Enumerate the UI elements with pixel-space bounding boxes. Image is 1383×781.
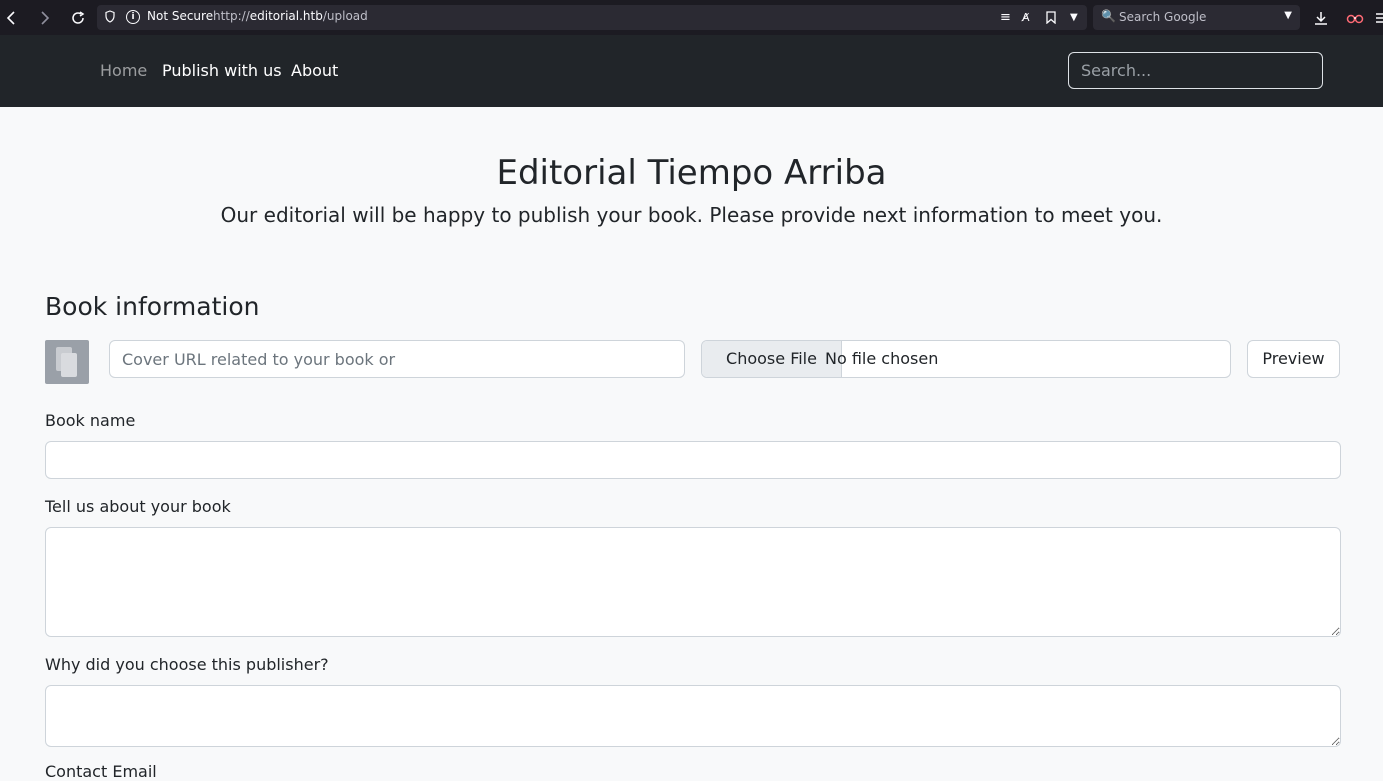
- book-about-label: Tell us about your book: [45, 497, 231, 516]
- reload-icon[interactable]: [69, 0, 87, 35]
- file-status: No file chosen: [825, 349, 939, 368]
- not-secure-label: Not Secure: [147, 9, 214, 23]
- shield-icon[interactable]: [105, 10, 115, 23]
- browser-search-box[interactable]: 🔍 Search Google ▼: [1093, 5, 1300, 30]
- url-text[interactable]: http://editorial.htb/upload: [213, 9, 368, 23]
- nav-publish-link[interactable]: Publish with us: [162, 61, 282, 80]
- dropdown-arrow-icon[interactable]: ▼: [1070, 7, 1078, 28]
- url-host: editorial.htb: [249, 9, 323, 23]
- bookmark-icon[interactable]: [1046, 7, 1056, 28]
- file-input[interactable]: Choose File No file chosen: [701, 340, 1231, 378]
- cover-image-icon: [45, 340, 89, 384]
- reader-view-icon[interactable]: ≡: [1000, 7, 1011, 28]
- url-bar[interactable]: i Not Secure http://editorial.htb/upload…: [97, 5, 1087, 30]
- book-name-label: Book name: [45, 411, 136, 430]
- menu-icon[interactable]: [1376, 0, 1383, 35]
- extension-icon[interactable]: [1344, 0, 1366, 35]
- book-name-input[interactable]: [45, 441, 1341, 479]
- translate-icon[interactable]: A̸: [1022, 7, 1030, 28]
- nav-about-link[interactable]: About: [291, 61, 338, 80]
- back-icon[interactable]: [2, 0, 20, 35]
- book-about-textarea[interactable]: [45, 527, 1341, 637]
- choose-file-button[interactable]: Choose File: [702, 341, 842, 377]
- browser-toolbar: i Not Secure http://editorial.htb/upload…: [0, 0, 1383, 35]
- search-dropdown-icon[interactable]: ▼: [1284, 10, 1292, 21]
- url-prefix: http://: [213, 9, 250, 23]
- site-search-input[interactable]: [1068, 52, 1323, 89]
- url-path: /upload: [322, 9, 368, 23]
- navbar: Home Publish with us About: [0, 35, 1383, 107]
- site-info-icon[interactable]: i: [126, 10, 140, 24]
- download-icon[interactable]: [1311, 0, 1331, 35]
- preview-button[interactable]: Preview: [1247, 340, 1340, 378]
- cover-url-input[interactable]: [109, 340, 685, 378]
- why-publisher-label: Why did you choose this publisher?: [45, 655, 329, 674]
- nav-home-link[interactable]: Home: [100, 61, 147, 80]
- page-title: Editorial Tiempo Arriba: [496, 153, 887, 193]
- search-engine-icon: 🔍: [1101, 9, 1116, 23]
- page-subtitle: Our editorial will be happy to publish y…: [220, 203, 1163, 227]
- section-title: Book information: [45, 292, 260, 321]
- forward-icon[interactable]: [36, 0, 54, 35]
- why-publisher-textarea[interactable]: [45, 685, 1341, 747]
- browser-search-placeholder: Search Google: [1119, 10, 1207, 24]
